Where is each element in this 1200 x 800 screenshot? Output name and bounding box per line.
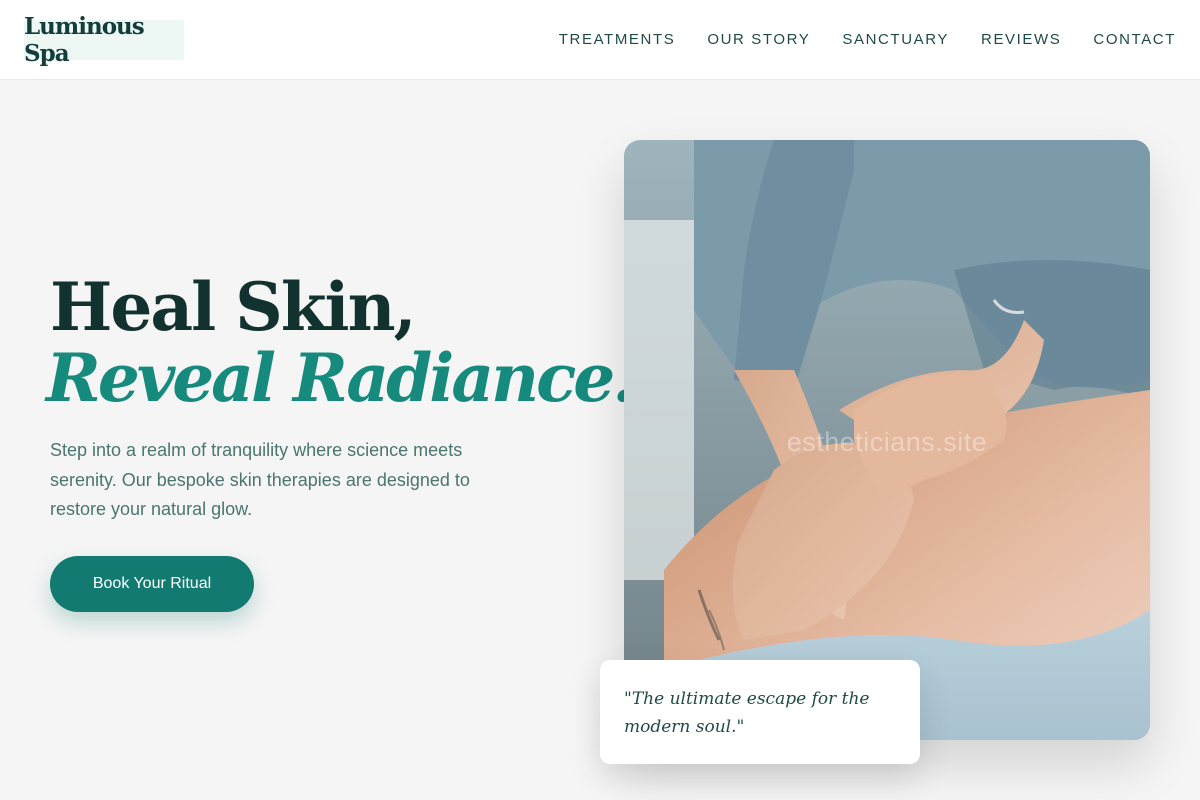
hero-description: Step into a realm of tranquility where s… [50, 440, 470, 519]
logo[interactable]: Luminous Spa [24, 13, 184, 67]
nav-treatments[interactable]: TREATMENTS [559, 31, 676, 48]
site-header: Luminous Spa TREATMENTS OUR STORY SANCTU… [0, 0, 1200, 80]
testimonial-quote: "The ultimate escape for the modern soul… [624, 689, 870, 737]
nav-our-story[interactable]: OUR STORY [707, 31, 810, 48]
nav-sanctuary[interactable]: SANCTUARY [842, 31, 949, 48]
hero-image: estheticians.site [624, 140, 1150, 740]
testimonial-card: "The ultimate escape for the modern soul… [600, 660, 920, 764]
hero-title-line1: Heal Skin, [50, 268, 417, 346]
image-watermark: estheticians.site [786, 427, 988, 457]
hero-title-line2: Reveal Radiance. [46, 339, 635, 417]
nav-reviews[interactable]: REVIEWS [981, 31, 1061, 48]
hero-title: Heal Skin, Reveal Radiance. [46, 268, 635, 414]
book-ritual-button[interactable]: Book Your Ritual [50, 556, 254, 612]
main-nav: TREATMENTS OUR STORY SANCTUARY REVIEWS C… [559, 0, 1176, 78]
nav-contact[interactable]: CONTACT [1093, 31, 1176, 48]
